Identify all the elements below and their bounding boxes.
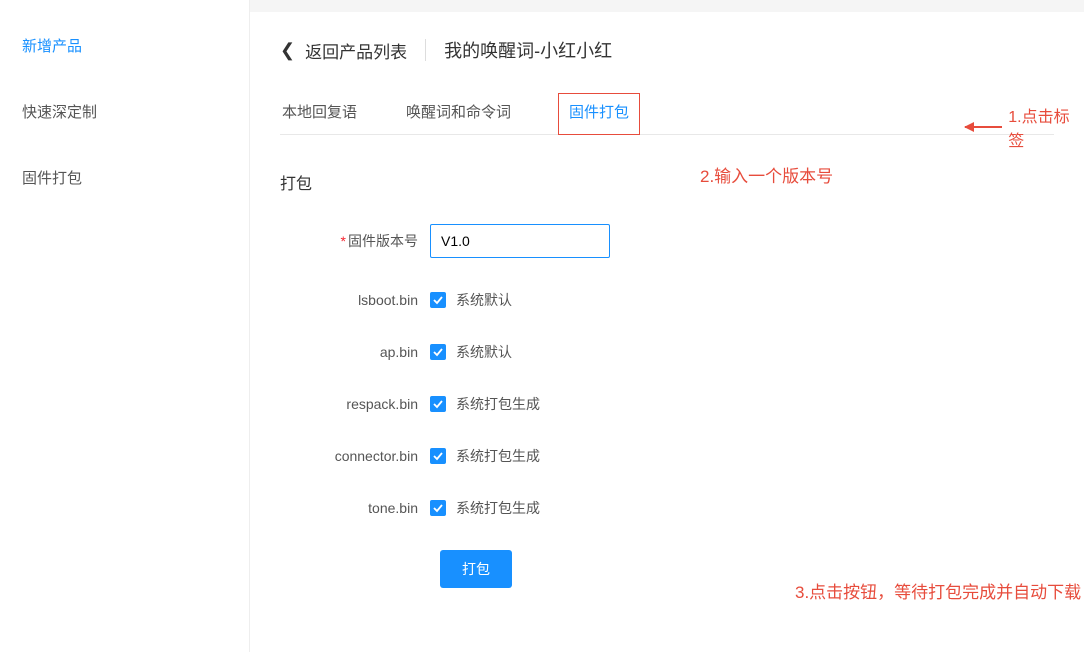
- file-desc: 系统打包生成: [456, 394, 540, 414]
- file-label: lsboot.bin: [280, 292, 430, 308]
- page-title: 我的唤醒词-小红小红: [444, 37, 612, 63]
- chevron-left-icon: ❮: [280, 41, 295, 59]
- file-desc: 系统打包生成: [456, 498, 540, 518]
- file-label: tone.bin: [280, 500, 430, 516]
- form-row-respack: respack.bin 系统打包生成: [280, 394, 1054, 414]
- breadcrumb: ❮ 返回产品列表 我的唤醒词-小红小红: [280, 37, 1054, 63]
- file-desc: 系统打包生成: [456, 446, 540, 466]
- file-label: connector.bin: [280, 448, 430, 464]
- file-desc: 系统默认: [456, 342, 512, 362]
- tab-wake-command[interactable]: 唤醒词和命令词: [404, 93, 513, 134]
- form-row-ap: ap.bin 系统默认: [280, 342, 1054, 362]
- file-label: respack.bin: [280, 396, 430, 412]
- divider: [425, 39, 426, 61]
- required-mark: *: [341, 233, 346, 249]
- form-row-lsboot: lsboot.bin 系统默认: [280, 290, 1054, 310]
- sidebar: 新增产品 快速深定制 固件打包: [0, 0, 250, 652]
- checkbox-tone[interactable]: [430, 500, 446, 516]
- checkbox-respack[interactable]: [430, 396, 446, 412]
- file-label: ap.bin: [280, 344, 430, 360]
- checkbox-lsboot[interactable]: [430, 292, 446, 308]
- sidebar-item-firmware-package[interactable]: 固件打包: [0, 157, 249, 198]
- check-icon: [433, 451, 443, 461]
- version-input[interactable]: [430, 224, 610, 258]
- tab-firmware-package[interactable]: 固件打包: [558, 93, 640, 135]
- sidebar-item-quick-customize[interactable]: 快速深定制: [0, 91, 249, 132]
- form-row-version: *固件版本号: [280, 224, 1054, 258]
- back-label: 返回产品列表: [305, 38, 407, 63]
- check-icon: [433, 399, 443, 409]
- check-icon: [433, 347, 443, 357]
- sidebar-item-add-product[interactable]: 新增产品: [0, 25, 249, 66]
- main-content: ❮ 返回产品列表 我的唤醒词-小红小红 本地回复语 唤醒词和命令词 固件打包 打…: [250, 0, 1084, 652]
- checkbox-connector[interactable]: [430, 448, 446, 464]
- check-icon: [433, 295, 443, 305]
- tab-local-reply[interactable]: 本地回复语: [280, 93, 359, 134]
- check-icon: [433, 503, 443, 513]
- submit-row: 打包: [280, 550, 1054, 588]
- package-button[interactable]: 打包: [440, 550, 512, 588]
- back-button[interactable]: ❮ 返回产品列表: [280, 38, 407, 63]
- file-desc: 系统默认: [456, 290, 512, 310]
- tabs: 本地回复语 唤醒词和命令词 固件打包: [280, 93, 1054, 135]
- form-row-connector: connector.bin 系统打包生成: [280, 446, 1054, 466]
- version-label: *固件版本号: [280, 231, 430, 251]
- checkbox-ap[interactable]: [430, 344, 446, 360]
- section-title: 打包: [280, 170, 1054, 194]
- package-form: *固件版本号 lsboot.bin 系统默认 ap.bin 系统默认 resp: [280, 224, 1054, 588]
- form-row-tone: tone.bin 系统打包生成: [280, 498, 1054, 518]
